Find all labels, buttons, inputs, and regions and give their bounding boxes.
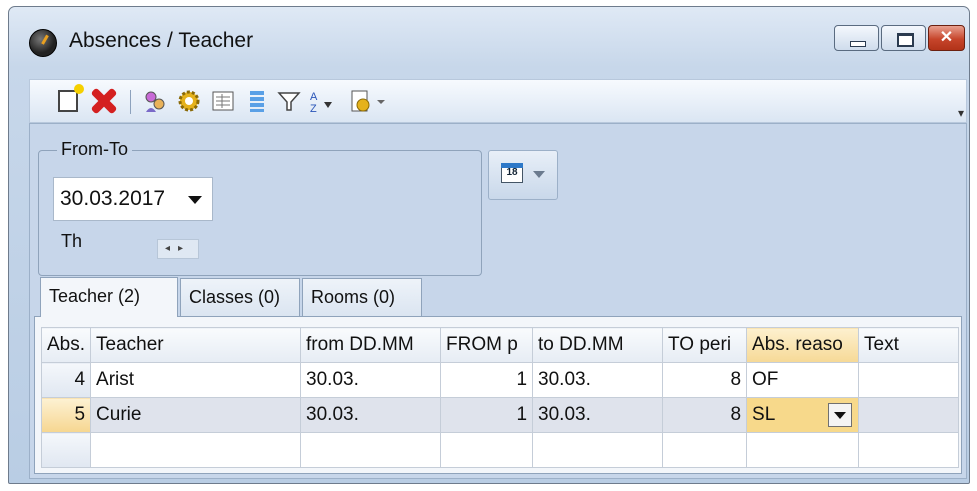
weekday-label: Th <box>61 231 83 251</box>
table-row-new[interactable] <box>40 432 960 468</box>
settings-icon[interactable] <box>176 88 202 114</box>
calendar-icon: 18 <box>501 163 523 183</box>
column-header[interactable]: to DD.MM <box>532 327 664 363</box>
from-to-label: From-To <box>57 139 132 160</box>
cell-abs[interactable] <box>40 432 92 468</box>
title-bar[interactable]: Absences / Teacher ✕ <box>9 7 969 77</box>
column-header[interactable]: from DD.MM <box>300 327 442 363</box>
svg-text:A: A <box>310 91 318 103</box>
cell-to-period[interactable]: 8 <box>662 397 748 433</box>
close-icon: ✕ <box>939 29 954 46</box>
print-settings-icon[interactable] <box>348 88 374 114</box>
chevron-down-icon[interactable] <box>374 88 400 114</box>
sort-icon[interactable]: A Z <box>308 88 334 114</box>
cell-from-period[interactable]: 1 <box>440 397 534 433</box>
cell-to-date[interactable] <box>532 432 664 468</box>
cell-text[interactable] <box>858 397 960 433</box>
column-header[interactable]: Teacher <box>90 327 302 363</box>
table-row[interactable]: 4 Arist 30.03. 1 30.03. 8 OF <box>40 362 960 398</box>
toolbar-separator <box>130 90 131 114</box>
list-icon[interactable] <box>244 88 270 114</box>
tab-classes[interactable]: Classes (0) <box>180 278 300 316</box>
cell-reason-editor[interactable]: SL <box>746 397 860 433</box>
column-header[interactable]: Abs. <box>40 327 92 363</box>
cell-abs[interactable]: 5 <box>40 397 92 433</box>
minimize-button[interactable] <box>834 25 879 51</box>
maximize-icon <box>897 33 914 47</box>
tab-rooms[interactable]: Rooms (0) <box>302 278 422 316</box>
cell-to-period[interactable] <box>662 432 748 468</box>
column-header[interactable]: Abs. reaso <box>746 327 860 363</box>
cell-from-date[interactable]: 30.03. <box>300 362 442 398</box>
window-title: Absences / Teacher <box>69 29 254 52</box>
chevron-down-icon <box>188 196 202 204</box>
grid-container: Abs. Teacher from DD.MM FROM p to DD.MM … <box>34 316 962 474</box>
tab-teacher[interactable]: Teacher (2) <box>40 277 178 317</box>
table-header-row: Abs. Teacher from DD.MM FROM p to DD.MM … <box>40 327 960 363</box>
svg-text:Z: Z <box>310 103 317 114</box>
column-header[interactable]: TO peri <box>662 327 748 363</box>
clock-icon <box>29 29 57 57</box>
minimize-icon <box>850 41 866 47</box>
cell-from-period[interactable] <box>440 432 534 468</box>
report-icon[interactable] <box>210 88 236 114</box>
column-header[interactable]: FROM p <box>440 327 534 363</box>
cell-reason[interactable]: OF <box>746 362 860 398</box>
delete-icon[interactable] <box>90 88 116 114</box>
cell-to-period[interactable]: 8 <box>662 362 748 398</box>
close-button[interactable]: ✕ <box>928 25 965 51</box>
cell-from-date[interactable]: 30.03. <box>300 397 442 433</box>
date-value: 30.03.2017 <box>60 187 166 210</box>
cell-teacher[interactable]: Arist <box>90 362 302 398</box>
cell-from-date[interactable] <box>300 432 442 468</box>
main-panel: From-To 30.03.2017 Th ◂▸ 18 Teacher (2) … <box>29 123 967 479</box>
from-to-group: From-To 30.03.2017 Th ◂▸ <box>38 139 482 276</box>
cell-to-date[interactable]: 30.03. <box>532 362 664 398</box>
cell-teacher[interactable] <box>90 432 302 468</box>
table-row[interactable]: 5 Curie 30.03. 1 30.03. 8 SL <box>40 397 960 433</box>
dropdown-button[interactable] <box>828 403 853 427</box>
toolbar: A Z ▾ <box>29 79 967 123</box>
date-spinner[interactable]: ◂▸ <box>157 239 199 259</box>
column-header[interactable]: Text <box>858 327 960 363</box>
filter-icon[interactable] <box>276 88 302 114</box>
toolbar-overflow-icon[interactable]: ▾ <box>958 106 964 120</box>
chevron-down-icon <box>533 171 545 178</box>
cell-reason[interactable] <box>746 432 860 468</box>
date-dropdown[interactable]: 30.03.2017 <box>53 177 213 221</box>
cell-reason: SL <box>752 404 776 425</box>
calendar-button[interactable]: 18 <box>488 150 558 200</box>
absences-window: Absences / Teacher ✕ A Z ▾ From-To 30.03… <box>8 6 970 484</box>
cell-abs[interactable]: 4 <box>40 362 92 398</box>
absences-table: Abs. Teacher from DD.MM FROM p to DD.MM … <box>40 327 960 468</box>
maximize-button[interactable] <box>881 25 926 51</box>
cell-to-date[interactable]: 30.03. <box>532 397 664 433</box>
cell-text[interactable] <box>858 362 960 398</box>
cell-teacher[interactable]: Curie <box>90 397 302 433</box>
teachers-icon[interactable] <box>142 88 168 114</box>
new-icon[interactable] <box>58 84 84 112</box>
cell-text[interactable] <box>858 432 960 468</box>
cell-from-period[interactable]: 1 <box>440 362 534 398</box>
